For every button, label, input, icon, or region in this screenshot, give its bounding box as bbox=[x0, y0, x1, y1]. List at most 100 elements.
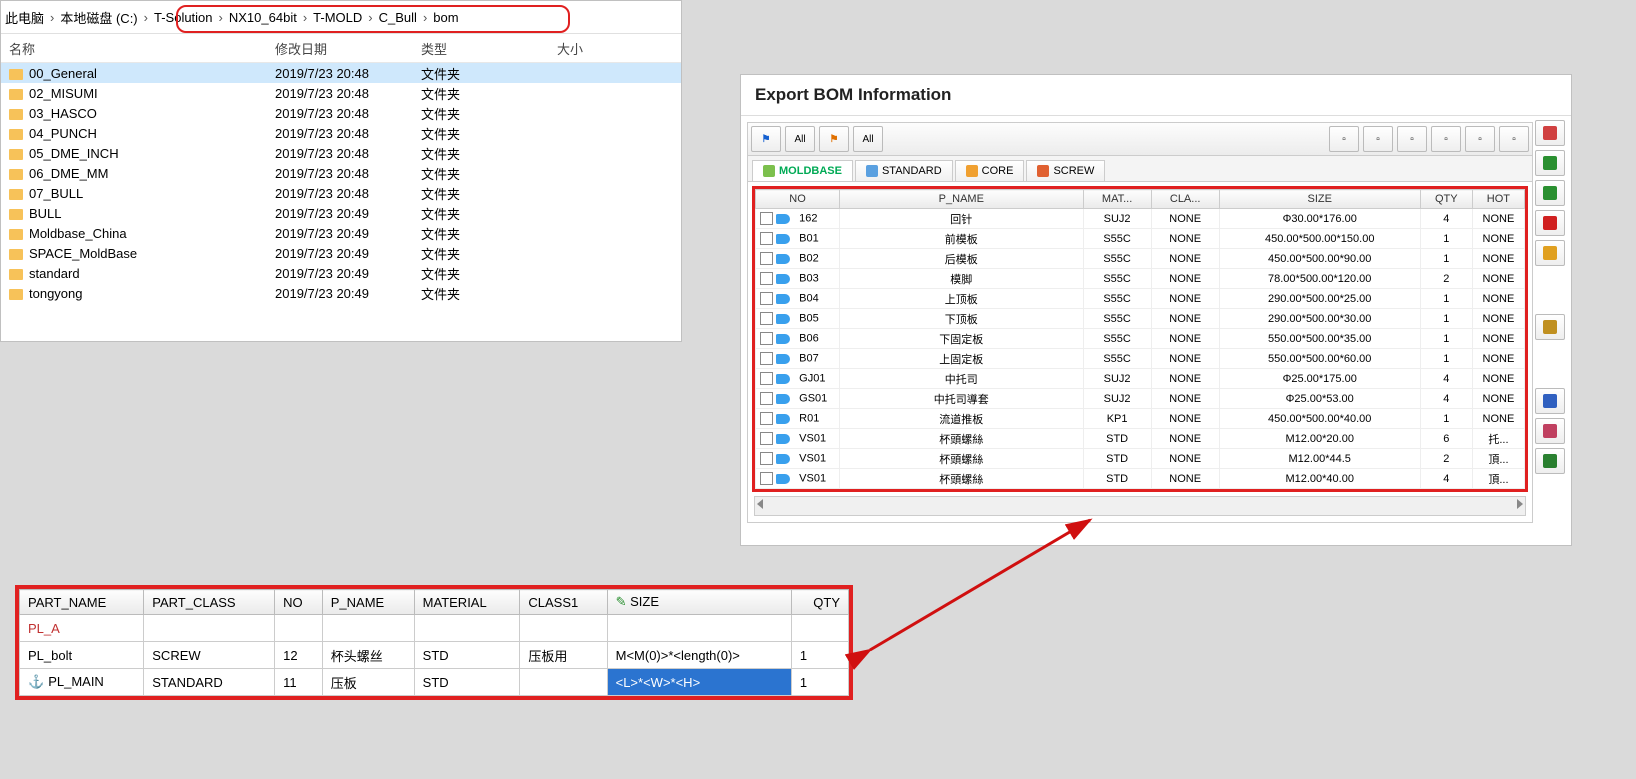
flag-all-blue-button[interactable]: All bbox=[785, 126, 815, 152]
flag-all-orange-button[interactable]: All bbox=[853, 126, 883, 152]
tree-button[interactable]: ▫ bbox=[1363, 126, 1393, 152]
row-checkbox[interactable] bbox=[760, 292, 773, 305]
file-row[interactable]: tongyong2019/7/23 20:49文件夹 bbox=[1, 283, 681, 303]
file-list-header[interactable]: 名称 修改日期 类型 大小 bbox=[1, 34, 681, 63]
bom-col-header[interactable]: CLA... bbox=[1151, 190, 1219, 209]
row-checkbox[interactable] bbox=[760, 352, 773, 365]
bom-row[interactable]: B06下固定板S55CNONE550.00*500.00*35.001NONE bbox=[756, 329, 1525, 349]
tab-core[interactable]: CORE bbox=[955, 160, 1025, 181]
bom-row[interactable]: GJ01中托司SUJ2NONEΦ25.00*175.004NONE bbox=[756, 369, 1525, 389]
file-row[interactable]: 07_BULL2019/7/23 20:48文件夹 bbox=[1, 183, 681, 203]
row-checkbox[interactable] bbox=[760, 252, 773, 265]
bom-row[interactable]: VS01杯頭螺絲STDNONEM12.00*44.52頂... bbox=[756, 449, 1525, 469]
excel-button[interactable] bbox=[1535, 448, 1565, 474]
view1-button[interactable]: ▫ bbox=[1397, 126, 1427, 152]
bom-row[interactable]: B07上固定板S55CNONE550.00*500.00*60.001NONE bbox=[756, 349, 1525, 369]
breadcrumb-item[interactable]: 本地磁盘 (C:) bbox=[60, 8, 137, 27]
tmpl-row[interactable]: ⚓PL_MAINSTANDARD11压板STD<L>*<W>*<H>1 bbox=[20, 669, 849, 696]
tab-screw[interactable]: SCREW bbox=[1026, 160, 1105, 181]
arrow-up-button[interactable] bbox=[1535, 150, 1565, 176]
bom-row[interactable]: GS01中托司導套SUJ2NONEΦ25.00*53.004NONE bbox=[756, 389, 1525, 409]
bom-col-header[interactable]: P_NAME bbox=[840, 190, 1084, 209]
bom-col-header[interactable]: NO bbox=[756, 190, 840, 209]
breadcrumb-item[interactable]: NX10_64bit bbox=[229, 10, 297, 25]
col-name[interactable]: 名称 bbox=[1, 39, 267, 58]
bom-row[interactable]: R01流道推板KP1NONE450.00*500.00*40.001NONE bbox=[756, 409, 1525, 429]
file-row[interactable]: 05_DME_INCH2019/7/23 20:48文件夹 bbox=[1, 143, 681, 163]
tmpl-row[interactable]: PL_A bbox=[20, 615, 849, 642]
opt1-button[interactable]: ▫ bbox=[1465, 126, 1495, 152]
breadcrumb-item[interactable]: T-Solution bbox=[154, 10, 213, 25]
file-row[interactable]: Moldbase_China2019/7/23 20:49文件夹 bbox=[1, 223, 681, 243]
file-row[interactable]: 06_DME_MM2019/7/23 20:48文件夹 bbox=[1, 163, 681, 183]
arrow-down-button[interactable] bbox=[1535, 180, 1565, 206]
col-type[interactable]: 类型 bbox=[413, 39, 549, 58]
tmpl-col-header[interactable]: MATERIAL bbox=[414, 590, 520, 615]
horizontal-scrollbar[interactable] bbox=[754, 496, 1526, 516]
file-row[interactable]: BULL2019/7/23 20:49文件夹 bbox=[1, 203, 681, 223]
tmpl-col-header[interactable]: QTY bbox=[791, 590, 848, 615]
breadcrumb-item[interactable]: C_Bull bbox=[379, 10, 417, 25]
tab-moldbase[interactable]: MOLDBASE bbox=[752, 160, 853, 181]
col-date[interactable]: 修改日期 bbox=[267, 39, 413, 58]
tmpl-col-header[interactable]: P_NAME bbox=[322, 590, 414, 615]
delete-button[interactable] bbox=[1535, 210, 1565, 236]
breadcrumb-item[interactable]: 此电脑 bbox=[5, 8, 44, 27]
row-checkbox[interactable] bbox=[760, 412, 773, 425]
save-icon bbox=[1543, 246, 1557, 260]
bom-table[interactable]: NOP_NAMEMAT...CLA...SIZEQTYHOT 162回针SUJ2… bbox=[755, 189, 1525, 489]
row-checkbox[interactable] bbox=[760, 212, 773, 225]
row-checkbox[interactable] bbox=[760, 372, 773, 385]
import-button[interactable] bbox=[1535, 120, 1565, 146]
file-row[interactable]: 03_HASCO2019/7/23 20:48文件夹 bbox=[1, 103, 681, 123]
bom-col-header[interactable]: SIZE bbox=[1219, 190, 1420, 209]
tmpl-col-header[interactable]: CLASS1 bbox=[520, 590, 607, 615]
row-checkbox[interactable] bbox=[760, 452, 773, 465]
row-checkbox[interactable] bbox=[760, 232, 773, 245]
tag-icon bbox=[776, 214, 790, 224]
file-row[interactable]: SPACE_MoldBase2019/7/23 20:49文件夹 bbox=[1, 243, 681, 263]
bom-col-header[interactable]: QTY bbox=[1420, 190, 1472, 209]
view2-button[interactable]: ▫ bbox=[1431, 126, 1461, 152]
col-size[interactable]: 大小 bbox=[549, 39, 645, 58]
row-checkbox[interactable] bbox=[760, 312, 773, 325]
bom-row[interactable]: B02后模板S55CNONE450.00*500.00*90.001NONE bbox=[756, 249, 1525, 269]
bom-side-toolbar bbox=[1533, 116, 1571, 529]
tmpl-col-header[interactable]: NO bbox=[275, 590, 323, 615]
breadcrumb[interactable]: 此电脑›本地磁盘 (C:)›T-Solution›NX10_64bit›T-MO… bbox=[1, 1, 681, 34]
tab-standard[interactable]: STANDARD bbox=[855, 160, 953, 181]
row-checkbox[interactable] bbox=[760, 332, 773, 345]
tmpl-col-header[interactable]: PART_NAME bbox=[20, 590, 144, 615]
bom-row[interactable]: B05下顶板S55CNONE290.00*500.00*30.001NONE bbox=[756, 309, 1525, 329]
breadcrumb-item[interactable]: bom bbox=[433, 10, 458, 25]
bom-row[interactable]: VS01杯頭螺絲STDNONEM12.00*20.006托... bbox=[756, 429, 1525, 449]
row-checkbox[interactable] bbox=[760, 392, 773, 405]
bom-row[interactable]: 162回针SUJ2NONEΦ30.00*176.004NONE bbox=[756, 209, 1525, 229]
settings-button[interactable] bbox=[1535, 314, 1565, 340]
breadcrumb-item[interactable]: T-MOLD bbox=[313, 10, 362, 25]
row-checkbox[interactable] bbox=[760, 432, 773, 445]
measure-button[interactable] bbox=[1535, 388, 1565, 414]
row-checkbox[interactable] bbox=[760, 472, 773, 485]
row-checkbox[interactable] bbox=[760, 272, 773, 285]
bom-row[interactable]: B03模脚S55CNONE78.00*500.00*120.002NONE bbox=[756, 269, 1525, 289]
export-button[interactable]: ▫ bbox=[1329, 126, 1359, 152]
bom-row[interactable]: B01前模板S55CNONE450.00*500.00*150.001NONE bbox=[756, 229, 1525, 249]
file-row[interactable]: 00_General2019/7/23 20:48文件夹 bbox=[1, 63, 681, 83]
tmpl-row[interactable]: PL_boltSCREW12杯头螺丝STD压板用M<M(0)>*<length(… bbox=[20, 642, 849, 669]
save-button[interactable] bbox=[1535, 240, 1565, 266]
tmpl-col-header[interactable]: PART_CLASS bbox=[144, 590, 275, 615]
bom-col-header[interactable]: MAT... bbox=[1083, 190, 1151, 209]
bom-row[interactable]: VS01杯頭螺絲STDNONEM12.00*40.004頂... bbox=[756, 469, 1525, 489]
bom-col-header[interactable]: HOT bbox=[1472, 190, 1524, 209]
tmpl-col-header[interactable]: ✎ SIZE bbox=[607, 590, 791, 615]
file-row[interactable]: standard2019/7/23 20:49文件夹 bbox=[1, 263, 681, 283]
search-button[interactable] bbox=[1535, 418, 1565, 444]
file-row[interactable]: 04_PUNCH2019/7/23 20:48文件夹 bbox=[1, 123, 681, 143]
bom-row[interactable]: B04上顶板S55CNONE290.00*500.00*25.001NONE bbox=[756, 289, 1525, 309]
opt2-button[interactable]: ▫ bbox=[1499, 126, 1529, 152]
flag-blue-button[interactable]: ⚑ bbox=[751, 126, 781, 152]
flag-orange-button[interactable]: ⚑ bbox=[819, 126, 849, 152]
template-table[interactable]: PART_NAMEPART_CLASSNOP_NAMEMATERIALCLASS… bbox=[19, 589, 849, 696]
file-row[interactable]: 02_MISUMI2019/7/23 20:48文件夹 bbox=[1, 83, 681, 103]
